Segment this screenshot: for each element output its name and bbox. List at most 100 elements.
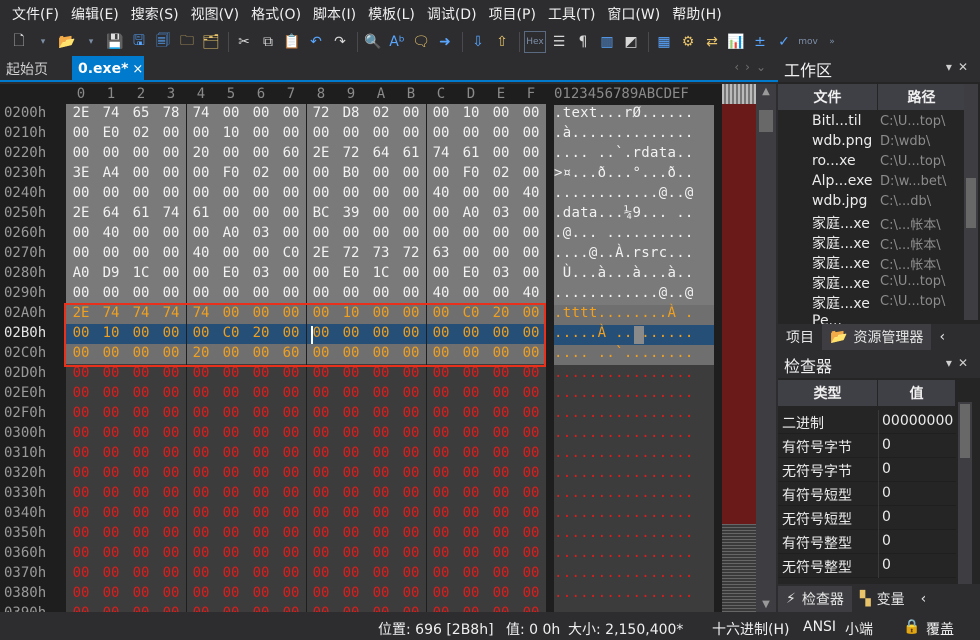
histogram-icon[interactable]: 📊: [725, 31, 747, 53]
hex-byte[interactable]: 00: [426, 125, 456, 141]
hex-byte[interactable]: 00: [486, 565, 516, 581]
workspace-file-row[interactable]: 家庭...xe C:\...帐本\: [778, 232, 966, 253]
import-icon[interactable]: ⇩: [467, 31, 489, 53]
inspector-row[interactable]: 无符号整型 0: [778, 554, 956, 578]
hex-byte[interactable]: 00: [276, 545, 306, 561]
hex-byte[interactable]: 00: [366, 545, 396, 561]
hex-byte[interactable]: 00: [66, 145, 96, 161]
hex-byte[interactable]: 00: [396, 525, 426, 541]
columns-icon[interactable]: ▥: [596, 31, 618, 53]
hex-byte[interactable]: 00: [396, 185, 426, 201]
ascii-text[interactable]: .... ..`.rdata..: [554, 145, 714, 165]
hex-byte[interactable]: 00: [396, 125, 426, 141]
hex-byte[interactable]: 00: [396, 605, 426, 612]
hex-byte[interactable]: 40: [516, 285, 546, 301]
hex-byte[interactable]: 00: [336, 285, 366, 301]
ascii-text[interactable]: ................: [554, 445, 714, 465]
copy-icon[interactable]: ⧉: [257, 31, 279, 53]
hex-byte[interactable]: 00: [156, 465, 186, 481]
hex-byte[interactable]: 00: [246, 505, 276, 521]
hex-byte[interactable]: 00: [336, 405, 366, 421]
hex-byte[interactable]: 00: [486, 145, 516, 161]
hex-byte[interactable]: 00: [126, 245, 156, 261]
hex-byte[interactable]: 00: [486, 365, 516, 381]
hex-byte[interactable]: 40: [96, 225, 126, 241]
hex-byte[interactable]: 00: [216, 105, 246, 121]
scroll-down-icon[interactable]: ▼: [756, 599, 776, 610]
hex-byte[interactable]: 00: [216, 585, 246, 601]
hex-byte[interactable]: 00: [216, 465, 246, 481]
hex-byte[interactable]: 00: [126, 505, 156, 521]
hex-byte[interactable]: 00: [126, 565, 156, 581]
ascii-text[interactable]: .text...rØ......: [554, 105, 714, 125]
workspace-file-row[interactable]: 家庭...xe C:\...帐本\: [778, 252, 966, 273]
hex-byte[interactable]: 00: [66, 385, 96, 401]
hex-byte[interactable]: 00: [276, 225, 306, 241]
hex-byte[interactable]: 00: [216, 385, 246, 401]
hex-byte[interactable]: 00: [396, 465, 426, 481]
hex-byte[interactable]: 00: [396, 365, 426, 381]
hex-byte[interactable]: 00: [246, 125, 276, 141]
hex-byte[interactable]: 00: [156, 505, 186, 521]
hex-byte[interactable]: 00: [426, 365, 456, 381]
inspector-row[interactable]: 有符号短型 0: [778, 482, 956, 506]
hex-byte[interactable]: 00: [486, 405, 516, 421]
hex-byte[interactable]: 00: [456, 545, 486, 561]
scrollbar-thumb[interactable]: [966, 178, 976, 228]
hex-byte[interactable]: 00: [366, 525, 396, 541]
open-project-icon[interactable]: 🗀: [176, 31, 198, 53]
hex-byte[interactable]: 00: [456, 445, 486, 461]
hex-byte[interactable]: 00: [516, 525, 546, 541]
inspector-row[interactable]: 无符号短型 0: [778, 506, 956, 530]
hex-byte[interactable]: 00: [306, 405, 336, 421]
close-icon[interactable]: ×: [132, 62, 143, 77]
hex-byte[interactable]: 00: [486, 425, 516, 441]
hex-byte[interactable]: 00: [366, 285, 396, 301]
menu-item[interactable]: 工具(T): [542, 4, 601, 24]
hex-byte[interactable]: 00: [186, 405, 216, 421]
hex-byte[interactable]: E0: [456, 265, 486, 281]
hex-byte[interactable]: D9: [96, 265, 126, 281]
ascii-text[interactable]: Ù...à...à...à..: [554, 265, 714, 285]
hex-byte[interactable]: 00: [66, 445, 96, 461]
hex-byte[interactable]: 00: [366, 165, 396, 181]
hex-byte[interactable]: 72: [336, 145, 366, 161]
tab-0-exe[interactable]: 0.exe* ×: [72, 56, 144, 82]
hex-byte[interactable]: 00: [396, 445, 426, 461]
hex-byte[interactable]: 00: [396, 205, 426, 221]
disassembler-icon[interactable]: mov: [797, 31, 819, 53]
hex-byte[interactable]: 00: [96, 185, 126, 201]
template-icon[interactable]: ⚙: [677, 31, 699, 53]
run-script-icon[interactable]: ✓: [773, 31, 795, 53]
hex-byte[interactable]: 00: [366, 445, 396, 461]
hex-byte[interactable]: 00: [156, 445, 186, 461]
hex-byte[interactable]: 00: [276, 605, 306, 612]
hex-byte[interactable]: 00: [66, 485, 96, 501]
pilcrow-icon[interactable]: ¶: [572, 31, 594, 53]
hex-byte[interactable]: 00: [366, 585, 396, 601]
hex-byte[interactable]: 00: [306, 125, 336, 141]
hex-byte[interactable]: 00: [96, 505, 126, 521]
hex-byte[interactable]: 74: [186, 105, 216, 121]
hex-byte[interactable]: 2E: [66, 205, 96, 221]
compare-icon[interactable]: ⇄: [701, 31, 723, 53]
hex-byte[interactable]: 00: [156, 165, 186, 181]
hex-byte[interactable]: 00: [186, 565, 216, 581]
ascii-text[interactable]: .tttt........À .: [554, 305, 714, 325]
hex-byte[interactable]: A0: [216, 225, 246, 241]
hex-byte[interactable]: 00: [216, 525, 246, 541]
hex-byte[interactable]: 00: [216, 185, 246, 201]
hex-byte[interactable]: 00: [456, 525, 486, 541]
hex-byte[interactable]: 40: [426, 285, 456, 301]
hex-byte[interactable]: 00: [66, 125, 96, 141]
ascii-text[interactable]: ................: [554, 485, 714, 505]
replace-icon[interactable]: Aᵇ: [386, 31, 408, 53]
hex-byte[interactable]: 00: [66, 525, 96, 541]
hex-byte[interactable]: 00: [186, 285, 216, 301]
ascii-text[interactable]: ................: [554, 465, 714, 485]
hex-byte[interactable]: 00: [126, 485, 156, 501]
hex-byte[interactable]: 00: [216, 445, 246, 461]
paste-icon[interactable]: 📋: [281, 31, 303, 53]
hex-byte[interactable]: 00: [516, 445, 546, 461]
hex-byte[interactable]: 00: [306, 285, 336, 301]
